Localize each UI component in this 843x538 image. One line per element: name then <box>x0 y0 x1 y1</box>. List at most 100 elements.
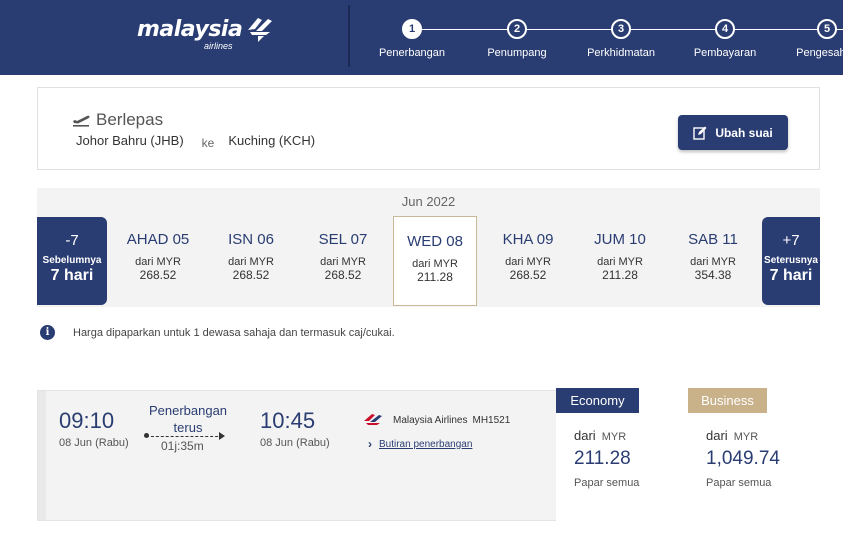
departure-time: 09:10 <box>59 408 115 433</box>
step-label: Pembayaran <box>693 47 757 59</box>
day-name: ISN 06 <box>228 231 274 248</box>
economy-show-all[interactable]: Papar semua <box>574 477 639 489</box>
airline-logo-icon <box>364 414 382 425</box>
fare-currency: MYR <box>733 431 759 443</box>
day-name: JUM 10 <box>594 231 646 248</box>
day-name: SAB 11 <box>688 231 738 248</box>
step-number: 1 <box>402 19 422 39</box>
date-option-sel-07[interactable]: SEL 07 dari MYR 268.52 <box>301 215 385 307</box>
fare-from-label: dari <box>706 428 728 443</box>
day-name: SEL 07 <box>318 231 368 248</box>
flight-details-label: Butiran penerbangan <box>379 438 473 450</box>
row-accent-bar <box>38 391 46 520</box>
booking-steps: 1 Penerbangan 2 Penumpang 3 Perkhidmatan… <box>0 0 843 75</box>
step-label: Perkhidmatan <box>587 47 655 59</box>
route-summary: Johor Bahru (JHB) ke Kuching (KCH) <box>76 133 316 150</box>
step-number: 4 <box>715 19 735 39</box>
day-name: KHA 09 <box>502 231 554 248</box>
day-price: 268.52 <box>232 268 270 282</box>
destination-city: Kuching (KCH) <box>228 133 316 148</box>
next-offset: +7 <box>782 232 800 249</box>
date-option-ahad-05[interactable]: AHAD 05 dari MYR 268.52 <box>116 215 200 307</box>
step-pengesahan[interactable]: 5 Pengesahan <box>782 19 843 59</box>
flight-type: Penerbangan terus <box>138 402 238 436</box>
modify-search-button[interactable]: Ubah suai <box>678 115 788 150</box>
step-number: 3 <box>611 19 631 39</box>
day-price: 211.28 <box>602 268 638 282</box>
day-name: WED 08 <box>407 233 463 250</box>
edit-icon <box>693 126 707 140</box>
date-option-jum-10[interactable]: JUM 10 dari MYR 211.28 <box>578 215 662 307</box>
departure-card: Berlepas Johor Bahru (JHB) ke Kuching (K… <box>37 87 820 170</box>
day-price: 354.38 <box>694 268 732 282</box>
route-dashed-line <box>146 436 223 437</box>
step-label: Penumpang <box>487 47 547 59</box>
flight-result-row: 09:10 08 Jun (Rabu) Penerbangan terus 01… <box>37 388 820 521</box>
flight-number: MH1521 <box>472 414 511 426</box>
day-price: 268.52 <box>324 268 362 282</box>
date-option-wed-08[interactable]: WED 08 dari MYR 211.28 <box>393 216 477 306</box>
day-from-label: dari MYR <box>597 256 643 268</box>
departure-date: 08 Jun (Rabu) <box>59 437 129 449</box>
next-days: 7 hari <box>769 267 813 284</box>
date-option-kha-09[interactable]: KHA 09 dari MYR 268.52 <box>486 215 570 307</box>
economy-fare-card[interactable]: Economy dari MYR 211.28 Papar semua <box>556 388 688 521</box>
prev-offset: -7 <box>65 232 79 249</box>
previous-week-button[interactable]: -7 Sebelumnya 7 hari <box>37 217 107 305</box>
departure-title: Berlepas <box>96 110 164 129</box>
route-connector: ke <box>201 136 215 150</box>
fare-currency: MYR <box>601 431 627 443</box>
flight-duration: 01j:35m <box>161 439 204 453</box>
airline-name: Malaysia Airlines <box>393 414 468 426</box>
price-info-note: i Harga dipaparkan untuk 1 dewasa sahaja… <box>40 325 395 340</box>
chevron-right-icon: › <box>368 437 372 451</box>
flight-type-line1: Penerbangan <box>148 403 228 418</box>
step-pembayaran[interactable]: 4 Pembayaran <box>680 19 770 59</box>
step-number: 5 <box>817 19 837 39</box>
day-price: 268.52 <box>139 268 177 282</box>
step-penerbangan[interactable]: 1 Penerbangan <box>367 19 457 59</box>
date-strip: -7 Sebelumnya 7 hari AHAD 05 dari MYR 26… <box>37 215 820 307</box>
month-label: Jun 2022 <box>37 188 820 215</box>
fare-from: dari MYR <box>706 428 758 443</box>
day-price: 268.52 <box>509 268 547 282</box>
plane-takeoff-icon <box>73 115 90 127</box>
top-header: malaysia airlines 1 Penerbangan 2 Penump… <box>0 0 843 75</box>
day-from-label: dari MYR <box>135 256 181 268</box>
date-option-sab-11[interactable]: SAB 11 dari MYR 354.38 <box>671 215 755 307</box>
origin-city: Johor Bahru (JHB) <box>76 133 184 148</box>
date-option-isn-06[interactable]: ISN 06 dari MYR 268.52 <box>209 215 293 307</box>
prev-label: Sebelumnya <box>42 255 102 266</box>
business-price: 1,049.74 <box>706 448 780 469</box>
info-icon: i <box>40 325 55 340</box>
step-label: Penerbangan <box>378 47 446 59</box>
airline-info: Malaysia Airlines MH1521 <box>363 413 510 427</box>
next-label: Seterusnya <box>764 255 818 266</box>
day-price: 211.28 <box>417 270 453 284</box>
business-tab: Business <box>688 388 767 413</box>
departure-heading: Berlepas <box>72 110 163 130</box>
prev-days: 7 hari <box>50 267 94 284</box>
step-perkhidmatan[interactable]: 3 Perkhidmatan <box>576 19 666 59</box>
arrival-time: 10:45 <box>260 408 316 433</box>
fare-from: dari MYR <box>574 428 626 443</box>
day-from-label: dari MYR <box>320 256 366 268</box>
business-fare-card[interactable]: Business dari MYR 1,049.74 Papar semua <box>688 388 820 521</box>
day-from-label: dari MYR <box>690 256 736 268</box>
step-label: Pengesahan <box>796 47 843 59</box>
economy-tab: Economy <box>556 388 639 413</box>
fare-from-label: dari <box>574 428 596 443</box>
business-show-all[interactable]: Papar semua <box>706 477 771 489</box>
economy-price: 211.28 <box>574 448 631 469</box>
day-name: AHAD 05 <box>126 231 190 248</box>
day-from-label: dari MYR <box>412 258 458 270</box>
arrival-date: 08 Jun (Rabu) <box>260 437 330 449</box>
step-penumpang[interactable]: 2 Penumpang <box>472 19 562 59</box>
step-number: 2 <box>507 19 527 39</box>
route-arrow-icon <box>219 432 225 440</box>
day-from-label: dari MYR <box>505 256 551 268</box>
flight-details-link[interactable]: › Butiran penerbangan <box>368 437 472 451</box>
next-week-button[interactable]: +7 Seterusnya 7 hari <box>762 217 820 305</box>
modify-search-label: Ubah suai <box>715 125 773 140</box>
price-info-text: Harga dipaparkan untuk 1 dewasa sahaja d… <box>73 326 395 339</box>
